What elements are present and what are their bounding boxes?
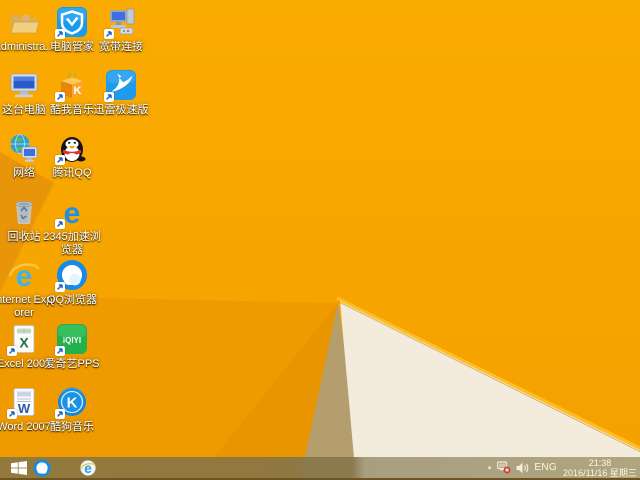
- word-icon: W: [7, 386, 40, 419]
- blue-e-icon: e: [55, 196, 88, 229]
- ie-icon: e: [80, 459, 96, 476]
- taskbar: e ▲ ENG 21:38 2016/11/16 星期三: [0, 457, 640, 480]
- network-computers-icon: [104, 6, 137, 39]
- icon-label: 网络: [13, 167, 35, 179]
- shortcut-arrow-icon: [55, 155, 65, 165]
- windows-logo-icon: [11, 460, 27, 475]
- shield-check-icon: [55, 6, 88, 39]
- network-status-icon[interactable]: [497, 457, 511, 478]
- volume-icon[interactable]: [516, 457, 529, 478]
- svg-text:K: K: [74, 85, 82, 97]
- computer-icon: [8, 69, 40, 101]
- icon-label: 2345加速浏览器: [43, 231, 101, 256]
- shortcut-arrow-icon: [104, 92, 114, 102]
- taskbar-clock[interactable]: 21:38 2016/11/16 星期三: [562, 458, 638, 478]
- globe-computer-icon: [8, 132, 40, 164]
- clock-date: 2016/11/16 星期三: [563, 467, 637, 478]
- shortcut-arrow-icon: [7, 409, 17, 419]
- icon-label: 爱奇艺PPS: [44, 358, 100, 370]
- excel-icon: X: [7, 323, 40, 356]
- svg-text:iQIYI: iQIYI: [63, 336, 81, 345]
- icon-label: 腾讯QQ: [52, 167, 92, 179]
- desktop-icon-qq-browser[interactable]: QQ浏览器: [40, 259, 104, 307]
- svg-text:K: K: [67, 395, 78, 412]
- system-tray: ▲ ENG 21:38 2016/11/16 星期三: [486, 457, 638, 478]
- svg-text:e: e: [64, 197, 81, 228]
- ie-icon: e: [8, 259, 40, 291]
- start-button[interactable]: [6, 457, 32, 478]
- icon-label: 电脑管家: [50, 41, 94, 53]
- shortcut-arrow-icon: [55, 282, 65, 292]
- shortcut-arrow-icon: [55, 346, 65, 356]
- show-hidden-icons-button[interactable]: ▲: [486, 465, 492, 471]
- svg-text:♪: ♪: [74, 71, 77, 78]
- shortcut-arrow-icon: [55, 92, 65, 102]
- icon-label: 回收站: [7, 231, 41, 243]
- shortcut-arrow-icon: [55, 409, 65, 419]
- penguin-icon: [55, 132, 88, 165]
- icon-label: 迅雷极速版: [93, 104, 149, 116]
- language-indicator[interactable]: ENG: [534, 462, 557, 473]
- taskbar-qq-browser-button[interactable]: [32, 457, 52, 478]
- recycle-bin-icon: [8, 196, 40, 228]
- kugou-icon: K: [55, 386, 88, 419]
- shortcut-arrow-icon: [55, 29, 65, 39]
- desktop-icon-broadband[interactable]: 宽带连接: [89, 6, 153, 54]
- music-cube-icon: K ♪ ♪: [55, 69, 88, 102]
- shortcut-arrow-icon: [7, 346, 17, 356]
- icon-label: QQ浏览器: [46, 294, 98, 306]
- shortcut-arrow-icon: [55, 219, 65, 229]
- icon-label: 酷狗音乐: [50, 421, 94, 433]
- desktop-icon-xunlei[interactable]: 迅雷极速版: [89, 69, 153, 117]
- desktop-icon-iqiyi[interactable]: iQIYI 爱奇艺PPS: [40, 323, 104, 371]
- clock-time: 21:38: [588, 457, 612, 468]
- shortcut-arrow-icon: [104, 29, 114, 39]
- user-folder-icon: [8, 6, 40, 38]
- desktop-icon-kugou[interactable]: K 酷狗音乐: [40, 386, 104, 434]
- svg-text:♪: ♪: [67, 70, 72, 80]
- svg-text:X: X: [19, 335, 29, 351]
- circle-cloud-icon: [55, 259, 88, 292]
- icon-label: 酷我音乐: [50, 104, 94, 116]
- bird-icon: [104, 69, 137, 102]
- desktop-icon-2345-browser[interactable]: e 2345加速浏览器: [40, 196, 104, 256]
- qq-browser-icon: [33, 459, 51, 476]
- icon-label: 宽带连接: [99, 41, 143, 53]
- desktop-icon-qq[interactable]: 腾讯QQ: [40, 132, 104, 180]
- taskbar-internet-explorer-button[interactable]: e: [78, 457, 98, 478]
- svg-text:W: W: [18, 401, 31, 416]
- iqiyi-icon: iQIYI: [55, 323, 88, 356]
